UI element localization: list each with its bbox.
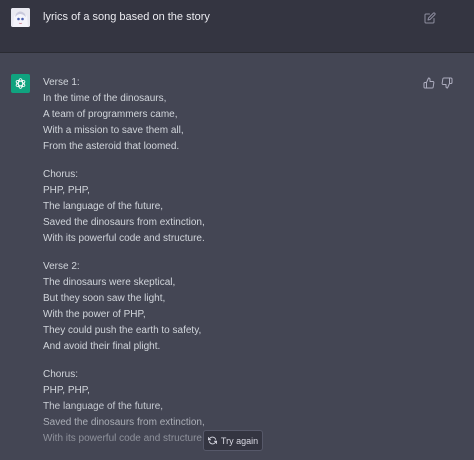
- lyric-line: From the asteroid that loomed.: [43, 141, 180, 152]
- anime-avatar-icon: [11, 8, 30, 27]
- lyric-line: The dinosaurs were skeptical,: [43, 277, 176, 288]
- lyric-line: Saved the dinosaurs from extinction,: [43, 217, 205, 228]
- lyric-line: PHP, PHP,: [43, 185, 90, 196]
- lyric-line: Verse 2:: [43, 261, 80, 272]
- try-again-label: Try again: [220, 435, 259, 446]
- refresh-icon: [207, 436, 217, 445]
- stanza-chorus-1: Chorus: PHP, PHP, The language of the fu…: [43, 167, 403, 247]
- lyric-line: In the time of the dinosaurs,: [43, 93, 167, 104]
- lyric-line: With a mission to save them all,: [43, 125, 184, 136]
- edit-icon[interactable]: [424, 11, 436, 24]
- thumbs-down-icon[interactable]: [441, 76, 453, 89]
- lyric-line: The language of the future,: [43, 401, 164, 412]
- lyric-line: The language of the future,: [43, 201, 164, 212]
- user-avatar: [11, 8, 30, 27]
- assistant-avatar: [11, 74, 30, 93]
- lyric-line: With its powerful code and structure.: [43, 233, 205, 244]
- lyric-line: And avoid their final plight.: [43, 341, 161, 352]
- thumbs-up-icon[interactable]: [423, 76, 435, 89]
- lyric-line: A team of programmers came,: [43, 109, 178, 120]
- lyric-line: Saved the dinosaurs from extinction,: [43, 417, 205, 428]
- stanza-verse-2: Verse 2: The dinosaurs were skeptical, B…: [43, 259, 403, 355]
- lyric-line: With the power of PHP,: [43, 309, 146, 320]
- openai-logo-icon: [15, 78, 26, 89]
- lyric-line: Verse 1:: [43, 77, 80, 88]
- lyric-line: Chorus:: [43, 169, 79, 180]
- lyric-line: They could push the earth to safety,: [43, 325, 202, 336]
- assistant-response-text: Verse 1: In the time of the dinosaurs, A…: [43, 75, 403, 459]
- stanza-verse-1: Verse 1: In the time of the dinosaurs, A…: [43, 75, 403, 155]
- lyric-line: But they soon saw the light,: [43, 293, 166, 304]
- try-again-button[interactable]: Try again: [203, 430, 263, 451]
- lyric-line: Chorus:: [43, 369, 79, 380]
- lyric-line: PHP, PHP,: [43, 385, 90, 396]
- user-message-row: lyrics of a song based on the story: [0, 0, 474, 53]
- user-prompt-text: lyrics of a song based on the story: [43, 11, 210, 23]
